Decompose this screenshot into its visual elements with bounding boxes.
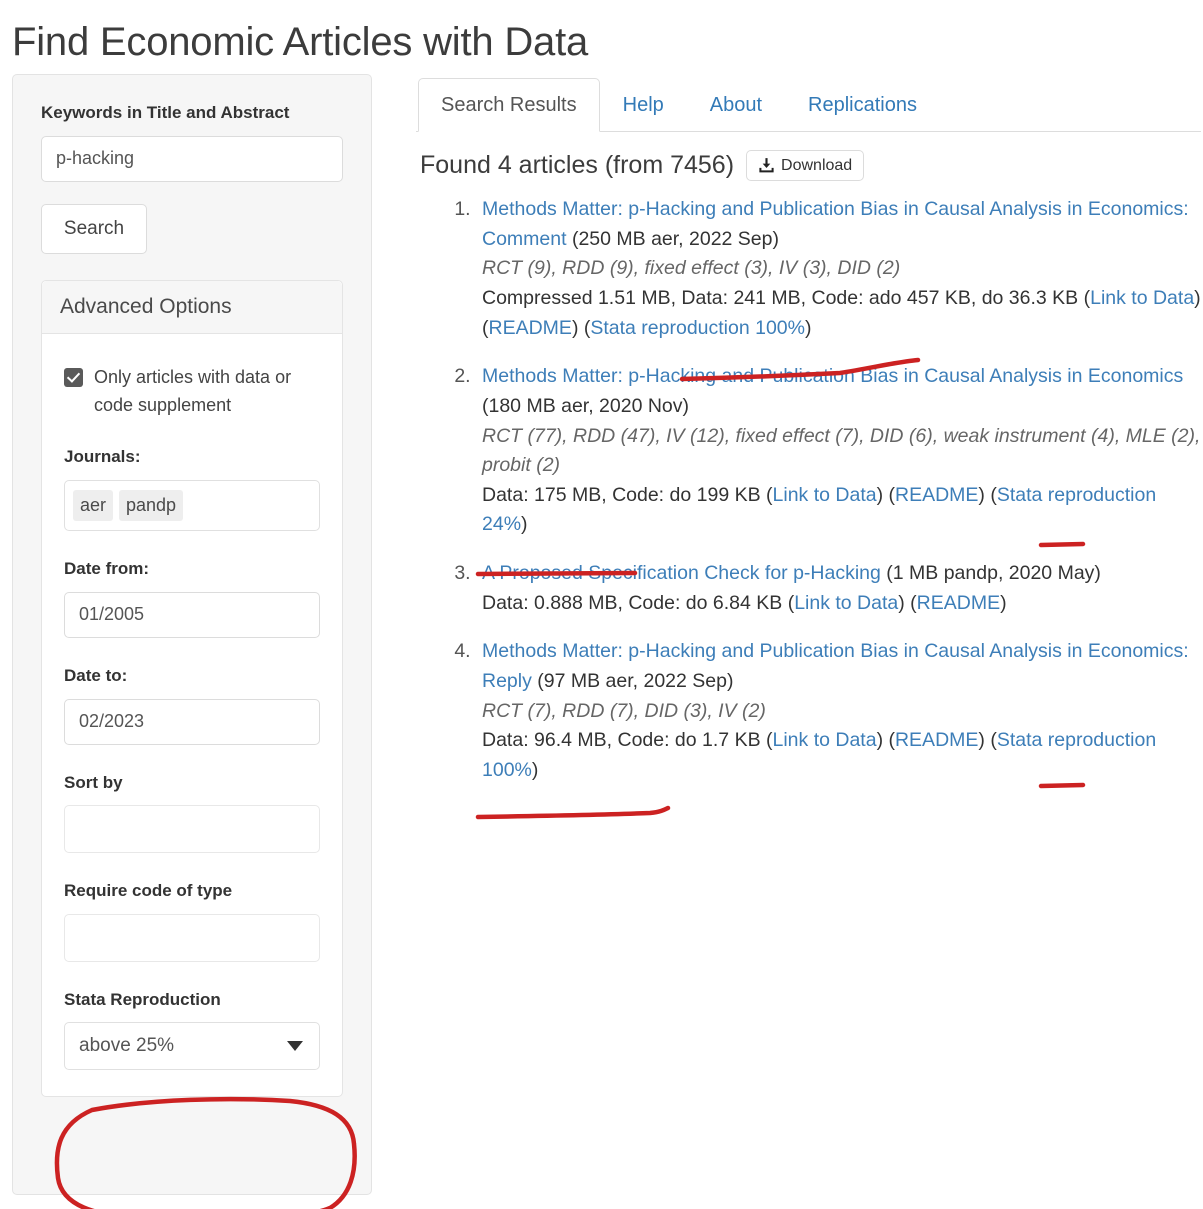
download-label: Download (781, 157, 853, 174)
search-sidebar: Keywords in Title and Abstract Search Ad… (12, 74, 372, 1195)
result-files: Data: 96.4 MB, Code: do 1.7 KB (482, 729, 766, 752)
list-item: Methods Matter: p-Hacking and Publicatio… (476, 195, 1201, 343)
stata-reproduction-link[interactable]: Stata reproduction 100% (590, 317, 805, 339)
readme-link[interactable]: README (895, 484, 978, 506)
result-methods: RCT (77), RDD (47), IV (12), fixed effec… (482, 424, 1201, 477)
keywords-input[interactable] (41, 135, 343, 182)
journals-input[interactable]: aer pandp (64, 480, 320, 532)
found-articles-text: Found 4 articles (from 7456) (420, 151, 735, 180)
annotation-underline-4b (475, 805, 671, 820)
result-title-link[interactable]: A Proposed Specification Check for p-Hac… (482, 562, 881, 584)
tab-help[interactable]: Help (600, 78, 687, 132)
tab-replications[interactable]: Replications (785, 78, 940, 132)
only-with-data-checkbox[interactable] (64, 367, 83, 387)
sort-by-input[interactable] (64, 805, 320, 854)
require-code-label: Require code of type (64, 881, 233, 901)
date-from-input[interactable] (64, 591, 320, 638)
link-to-data[interactable]: Link to Data (794, 592, 898, 614)
journals-group: Journals: aer pandp (64, 445, 320, 532)
advanced-options-header[interactable]: Advanced Options (42, 280, 342, 334)
paren-close: ) ( (876, 729, 895, 752)
paren-close: ) (805, 316, 812, 339)
paren-close: ) (531, 758, 539, 781)
result-meta: (1 MB pandp, 2020 May) (880, 562, 1101, 585)
download-button[interactable]: Download (746, 150, 865, 182)
results-summary-row: Found 4 articles (from 7456) Download (416, 150, 1201, 182)
readme-link[interactable]: README (895, 729, 978, 751)
sort-by-group: Sort by (64, 771, 320, 854)
tab-search-results[interactable]: Search Results (418, 78, 600, 132)
result-meta: (97 MB aer, 2022 Sep) (531, 669, 734, 692)
stata-reproduction-value: above 25% (79, 1035, 175, 1057)
paren-close: ) ( (978, 729, 997, 752)
require-code-group: Require code of type (64, 879, 320, 962)
link-to-data[interactable]: Link to Data (1090, 287, 1194, 309)
paren-close: ) (521, 513, 528, 536)
sort-by-label: Sort by (64, 772, 123, 792)
download-tray-icon (759, 158, 774, 173)
result-methods: RCT (9), RDD (9), fixed effect (3), IV (… (482, 257, 901, 280)
paren-close: ) ( (876, 483, 895, 506)
keywords-label: Keywords in Title and Abstract (41, 103, 290, 122)
journals-label: Journals: (64, 447, 141, 467)
main-layout: Keywords in Title and Abstract Search Ad… (0, 74, 1203, 1209)
chevron-down-icon (287, 1041, 303, 1052)
only-with-data-row[interactable]: Only articles with data or code suppleme… (64, 364, 320, 420)
date-to-label: Date to: (64, 665, 128, 685)
paren-close: ) ( (898, 591, 917, 614)
journal-tag[interactable]: aer (73, 490, 114, 522)
stata-reproduction-group: Stata Reproduction above 25% (64, 988, 320, 1071)
results-list: Methods Matter: p-Hacking and Publicatio… (416, 195, 1201, 785)
date-from-group: Date from: (64, 557, 320, 638)
advanced-options-card: Advanced Options Only articles with data… (41, 279, 343, 1098)
paren-close: ) (1000, 591, 1007, 614)
result-meta: (180 MB aer, 2020 Nov) (482, 394, 690, 417)
date-to-group: Date to: (64, 664, 320, 745)
stata-reproduction-label: Stata Reproduction (64, 989, 221, 1009)
link-to-data[interactable]: Link to Data (773, 729, 877, 751)
result-files: Data: 175 MB, Code: do 199 KB (482, 483, 767, 506)
readme-link[interactable]: README (917, 592, 1000, 614)
result-methods: RCT (7), RDD (7), DID (3), IV (2) (482, 699, 766, 722)
list-item: A Proposed Specification Check for p-Hac… (476, 559, 1201, 618)
journal-tag[interactable]: pandp (119, 490, 184, 522)
tab-about[interactable]: About (687, 78, 785, 132)
results-panel: Search Results Help About Replications F… (416, 74, 1201, 804)
result-files: Compressed 1.51 MB, Data: 241 MB, Code: … (482, 287, 1084, 310)
date-to-input[interactable] (64, 698, 320, 745)
link-to-data[interactable]: Link to Data (773, 484, 877, 506)
tab-bar: Search Results Help About Replications (416, 74, 1201, 132)
page-title: Find Economic Articles with Data (12, 20, 589, 64)
only-with-data-label: Only articles with data or code suppleme… (94, 366, 292, 415)
result-meta: (250 MB aer, 2022 Sep) (566, 227, 779, 250)
stata-reproduction-select[interactable]: above 25% (64, 1022, 320, 1071)
readme-link[interactable]: README (489, 317, 572, 339)
require-code-input[interactable] (64, 913, 320, 962)
result-title-link[interactable]: Methods Matter: p-Hacking and Publicatio… (482, 365, 1183, 387)
advanced-options-body: Only articles with data or code suppleme… (42, 334, 342, 1097)
list-item: Methods Matter: p-Hacking and Publicatio… (476, 637, 1201, 785)
search-button[interactable]: Search (41, 203, 147, 254)
paren-close: ) ( (978, 483, 997, 506)
list-item: Methods Matter: p-Hacking and Publicatio… (476, 362, 1201, 540)
result-files: Data: 0.888 MB, Code: do 6.84 KB (482, 591, 788, 614)
paren-close: ) ( (571, 316, 591, 339)
date-from-label: Date from: (64, 559, 150, 579)
